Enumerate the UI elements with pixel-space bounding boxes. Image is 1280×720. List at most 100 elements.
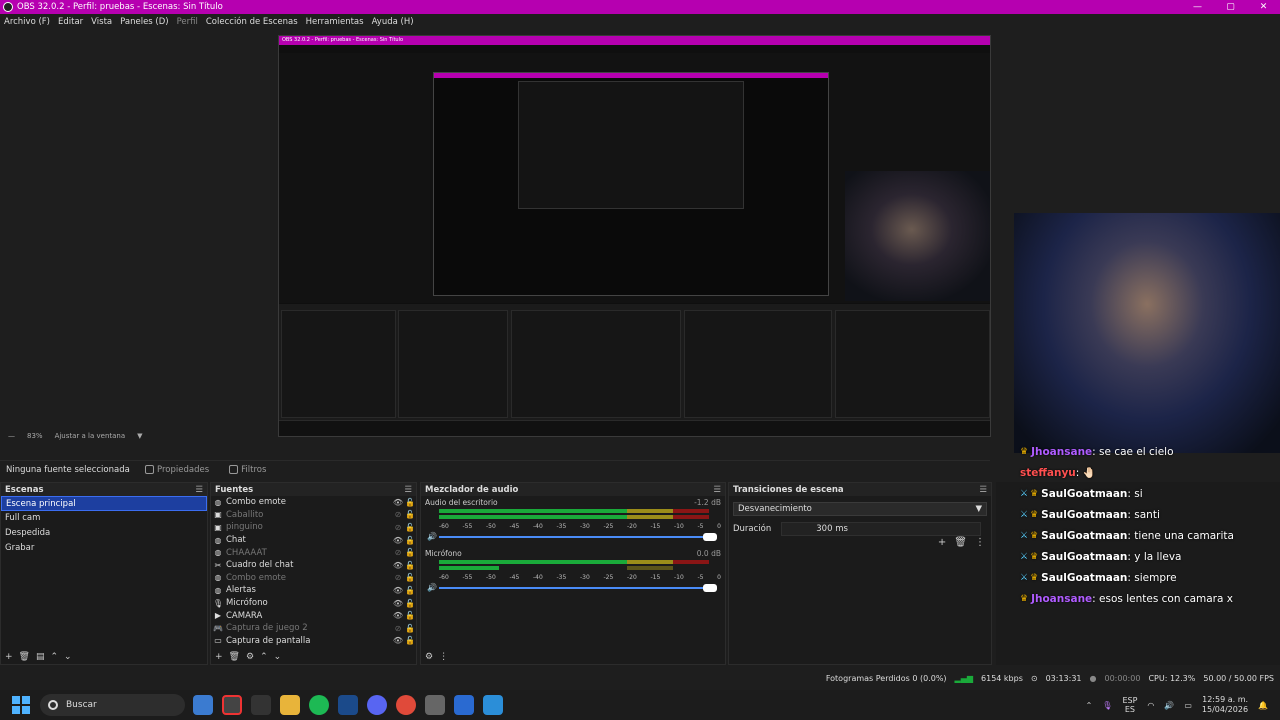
eye-icon[interactable]: 👁 xyxy=(392,498,404,507)
menu-tools[interactable]: Herramientas xyxy=(306,17,364,27)
source-item[interactable]: ◍ CHAAAAT ⊘ 🔓 xyxy=(211,546,416,559)
transition-menu-icon[interactable]: ⋮ xyxy=(975,537,985,548)
source-item[interactable]: 🎮 Captura de juego 2 ⊘ 🔓 xyxy=(211,622,416,635)
maximize-button[interactable]: ▢ xyxy=(1214,2,1247,12)
fit-window-button[interactable]: Ajustar a la ventana xyxy=(55,432,126,440)
lock-icon[interactable]: 🔓 xyxy=(404,536,416,545)
eye-icon[interactable]: 👁 xyxy=(392,586,404,595)
lock-icon[interactable]: 🔓 xyxy=(404,523,416,532)
eye-hidden-icon[interactable]: ⊘ xyxy=(392,523,404,532)
eye-hidden-icon[interactable]: ⊘ xyxy=(392,573,404,582)
move-down-icon[interactable]: ⌄ xyxy=(274,652,282,662)
eye-icon[interactable]: 👁 xyxy=(392,561,404,570)
taskbar-search[interactable]: Buscar xyxy=(40,694,185,716)
discord-icon[interactable] xyxy=(367,695,387,715)
minimize-button[interactable]: — xyxy=(1181,2,1214,12)
volume-icon[interactable]: 🔊 xyxy=(1164,701,1174,710)
lock-icon[interactable]: 🔓 xyxy=(404,561,416,570)
widgets-icon[interactable] xyxy=(193,695,213,715)
eye-hidden-icon[interactable]: ⊘ xyxy=(392,510,404,519)
source-item[interactable]: ◍ Alertas 👁 🔓 xyxy=(211,584,416,597)
eye-hidden-icon[interactable]: ⊘ xyxy=(392,548,404,557)
scene-item[interactable]: Full cam xyxy=(1,511,207,526)
epic-games-icon[interactable] xyxy=(251,695,271,715)
properties-button[interactable]: Propiedades xyxy=(145,465,209,475)
clock[interactable]: 12:59 a. m. 15/04/2026 xyxy=(1202,695,1248,715)
lock-icon[interactable]: 🔓 xyxy=(404,599,416,608)
scene-item[interactable]: Grabar xyxy=(1,541,207,556)
lock-icon[interactable]: 🔓 xyxy=(404,636,416,645)
volume-slider[interactable]: 🔊 xyxy=(425,583,721,592)
file-explorer-icon[interactable] xyxy=(280,695,300,715)
mixer-settings-icon[interactable]: ⚙ xyxy=(425,652,433,662)
source-item[interactable]: ▶ CAMARA 👁 🔓 xyxy=(211,609,416,622)
zoom-minus-button[interactable]: — xyxy=(8,432,15,440)
app-icon[interactable] xyxy=(425,695,445,715)
source-item[interactable]: ▭ Captura de pantalla 👁 🔓 xyxy=(211,635,416,648)
menu-edit[interactable]: Editar xyxy=(58,17,83,27)
lock-icon[interactable]: 🔓 xyxy=(404,510,416,519)
language-indicator[interactable]: ESP ES xyxy=(1122,696,1137,714)
lock-icon[interactable]: 🔓 xyxy=(404,611,416,620)
wifi-icon[interactable]: ◠ xyxy=(1147,701,1154,710)
app-icon[interactable] xyxy=(483,695,503,715)
eye-icon[interactable]: 👁 xyxy=(392,636,404,645)
source-item[interactable]: ◍ Combo emote ⊘ 🔓 xyxy=(211,572,416,585)
mixer-menu-icon[interactable]: ⋮ xyxy=(439,652,448,662)
scene-filters-icon[interactable]: ▤ xyxy=(36,652,45,662)
source-item[interactable]: ▣ pinguino ⊘ 🔓 xyxy=(211,521,416,534)
eye-icon[interactable]: 👁 xyxy=(392,536,404,545)
filters-button[interactable]: Filtros xyxy=(229,465,266,475)
remove-source-icon[interactable]: 🗑 xyxy=(229,652,240,662)
volume-slider[interactable]: 🔊 xyxy=(425,532,721,541)
remove-transition-icon[interactable]: 🗑 xyxy=(954,537,967,548)
menu-profile[interactable]: Perfil xyxy=(177,17,198,27)
lock-icon[interactable]: 🔓 xyxy=(404,548,416,557)
speaker-icon[interactable]: 🔊 xyxy=(427,532,437,541)
source-item[interactable]: 🎙 Micrófono 👁 🔓 xyxy=(211,597,416,610)
lock-icon[interactable]: 🔓 xyxy=(404,573,416,582)
move-up-icon[interactable]: ⌃ xyxy=(51,652,59,662)
spotify-icon[interactable] xyxy=(309,695,329,715)
chrome-icon[interactable] xyxy=(396,695,416,715)
menu-help[interactable]: Ayuda (H) xyxy=(372,17,414,27)
steam-icon[interactable] xyxy=(338,695,358,715)
lock-icon[interactable]: 🔓 xyxy=(404,624,416,633)
remove-scene-icon[interactable]: 🗑 xyxy=(19,652,30,662)
dock-menu-icon[interactable]: ☰ xyxy=(979,485,987,495)
chevron-up-icon[interactable]: ⌃ xyxy=(1086,701,1093,710)
menu-docks[interactable]: Paneles (D) xyxy=(120,17,168,27)
source-item[interactable]: ◍ Chat 👁 🔓 xyxy=(211,534,416,547)
lock-icon[interactable]: 🔓 xyxy=(404,498,416,507)
eye-icon[interactable]: 👁 xyxy=(392,611,404,620)
obs-taskbar-icon[interactable] xyxy=(222,695,242,715)
eye-icon[interactable]: 👁 xyxy=(392,599,404,608)
zoom-level[interactable]: 83% xyxy=(27,432,43,440)
menu-view[interactable]: Vista xyxy=(91,17,112,27)
battery-icon[interactable]: ▭ xyxy=(1184,701,1192,710)
source-item[interactable]: ✂ Cuadro del chat 👁 🔓 xyxy=(211,559,416,572)
transition-select[interactable]: Desvanecimiento ▼ xyxy=(733,502,987,516)
source-item[interactable]: ◍ Combo emote 👁 🔓 xyxy=(211,496,416,509)
notification-icon[interactable]: 🔔 xyxy=(1258,701,1268,710)
menu-scene-collection[interactable]: Colección de Escenas xyxy=(206,17,298,27)
move-down-icon[interactable]: ⌄ xyxy=(64,652,72,662)
scene-item[interactable]: Escena principal xyxy=(1,496,207,511)
add-transition-icon[interactable]: + xyxy=(938,537,946,548)
eye-hidden-icon[interactable]: ⊘ xyxy=(392,624,404,633)
menu-file[interactable]: Archivo (F) xyxy=(4,17,50,27)
duration-input[interactable]: 300 ms xyxy=(781,522,982,536)
add-source-icon[interactable]: + xyxy=(215,652,223,662)
scene-item[interactable]: Despedida xyxy=(1,526,207,541)
lock-icon[interactable]: 🔓 xyxy=(404,586,416,595)
source-item[interactable]: ▣ Caballito ⊘ 🔓 xyxy=(211,509,416,522)
mic-tray-icon[interactable]: 🎙 xyxy=(1102,701,1112,710)
windows-start-icon[interactable] xyxy=(12,696,30,714)
add-scene-icon[interactable]: + xyxy=(5,652,13,662)
preview-canvas[interactable]: OBS 32.0.2 - Perfil: pruebas - Escenas: … xyxy=(0,30,1280,453)
speaker-icon[interactable]: 🔊 xyxy=(427,583,437,592)
dock-menu-icon[interactable]: ☰ xyxy=(195,485,203,495)
dock-menu-icon[interactable]: ☰ xyxy=(713,485,721,495)
app-icon[interactable] xyxy=(454,695,474,715)
source-settings-icon[interactable]: ⚙ xyxy=(246,652,254,662)
